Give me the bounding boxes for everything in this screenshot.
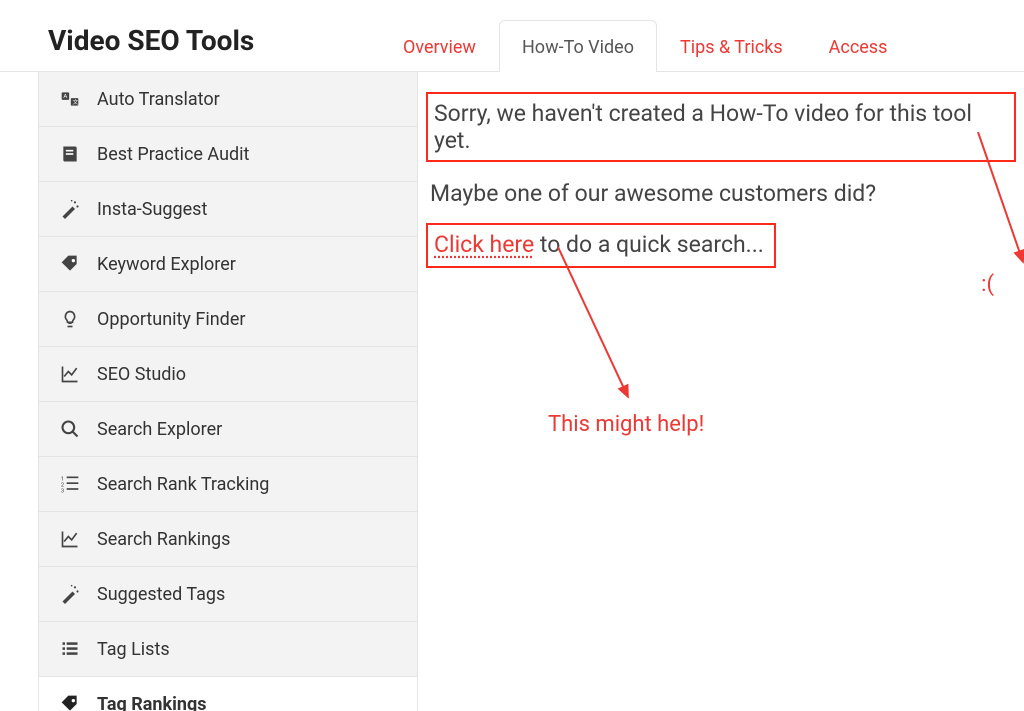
svg-text:3: 3 — [61, 488, 64, 494]
sidebar-item-suggested-tags[interactable]: Suggested Tags — [39, 567, 417, 622]
content-panel: Sorry, we haven't created a How-To video… — [418, 72, 1024, 711]
tab-how-to-video[interactable]: How-To Video — [499, 20, 657, 72]
tag-icon — [59, 253, 81, 275]
sidebar-item-label: Tag Rankings — [97, 694, 206, 711]
sidebar-item-search-rank-tracking[interactable]: 123 Search Rank Tracking — [39, 457, 417, 512]
sidebar-item-keyword-explorer[interactable]: Keyword Explorer — [39, 237, 417, 292]
search-suggestion-rest: to do a quick search... — [534, 231, 764, 258]
sidebar-item-label: Search Rankings — [97, 529, 230, 550]
magic-wand-icon — [59, 583, 81, 605]
sidebar-item-label: Best Practice Audit — [97, 144, 249, 165]
search-suggestion: Click here to do a quick search... — [426, 223, 776, 268]
sidebar-item-label: Opportunity Finder — [97, 309, 245, 330]
sidebar-item-auto-translator[interactable]: A文 Auto Translator — [39, 72, 417, 127]
sidebar: A文 Auto Translator Best Practice Audit Inst… — [38, 72, 418, 711]
tab-access[interactable]: Access — [806, 20, 911, 72]
sidebar-item-label: Tag Lists — [97, 639, 170, 660]
line-chart-icon — [59, 363, 81, 385]
sidebar-item-tag-rankings[interactable]: Tag Rankings — [39, 677, 417, 711]
tag-icon — [59, 693, 81, 711]
book-icon — [59, 143, 81, 165]
sidebar-item-tag-lists[interactable]: Tag Lists — [39, 622, 417, 677]
arrow-to-help-text — [548, 247, 648, 417]
lightbulb-icon — [59, 308, 81, 330]
svg-text:文: 文 — [73, 98, 79, 106]
page-title: Video SEO Tools — [0, 24, 380, 71]
topbar: Video SEO Tools OverviewHow-To VideoTips… — [0, 0, 1024, 72]
sidebar-item-label: Suggested Tags — [97, 584, 225, 605]
no-video-message: Sorry, we haven't created a How-To video… — [426, 92, 1016, 162]
sidebar-item-insta-suggest[interactable]: Insta-Suggest — [39, 182, 417, 237]
tab-overview[interactable]: Overview — [380, 20, 499, 72]
search-icon — [59, 418, 81, 440]
click-here-link[interactable]: Click here — [434, 231, 534, 258]
sidebar-item-label: Auto Translator — [97, 89, 220, 110]
sidebar-item-label: Keyword Explorer — [97, 254, 236, 275]
sidebar-item-label: Insta-Suggest — [97, 199, 207, 220]
translate-icon: A文 — [59, 88, 81, 110]
sidebar-item-search-rankings[interactable]: Search Rankings — [39, 512, 417, 567]
ordered-list-icon: 123 — [59, 473, 81, 495]
tabs: OverviewHow-To VideoTips & TricksAccess — [380, 20, 910, 72]
sidebar-item-label: SEO Studio — [97, 364, 186, 385]
customer-suggestion: Maybe one of our awesome customers did? — [426, 180, 1016, 207]
tab-tips-tricks[interactable]: Tips & Tricks — [657, 20, 806, 72]
magic-wand-icon — [59, 198, 81, 220]
sidebar-item-search-explorer[interactable]: Search Explorer — [39, 402, 417, 457]
list-icon — [59, 638, 81, 660]
sidebar-item-opportunity-finder[interactable]: Opportunity Finder — [39, 292, 417, 347]
svg-text:A: A — [63, 94, 67, 100]
sidebar-item-label: Search Explorer — [97, 419, 222, 440]
line-chart-icon — [59, 528, 81, 550]
sidebar-item-seo-studio[interactable]: SEO Studio — [39, 347, 417, 402]
sidebar-item-best-practice-audit[interactable]: Best Practice Audit — [39, 127, 417, 182]
help-annotation: This might help! — [548, 412, 704, 437]
sidebar-item-label: Search Rank Tracking — [97, 474, 269, 495]
sad-face-annotation: :( — [981, 272, 994, 297]
